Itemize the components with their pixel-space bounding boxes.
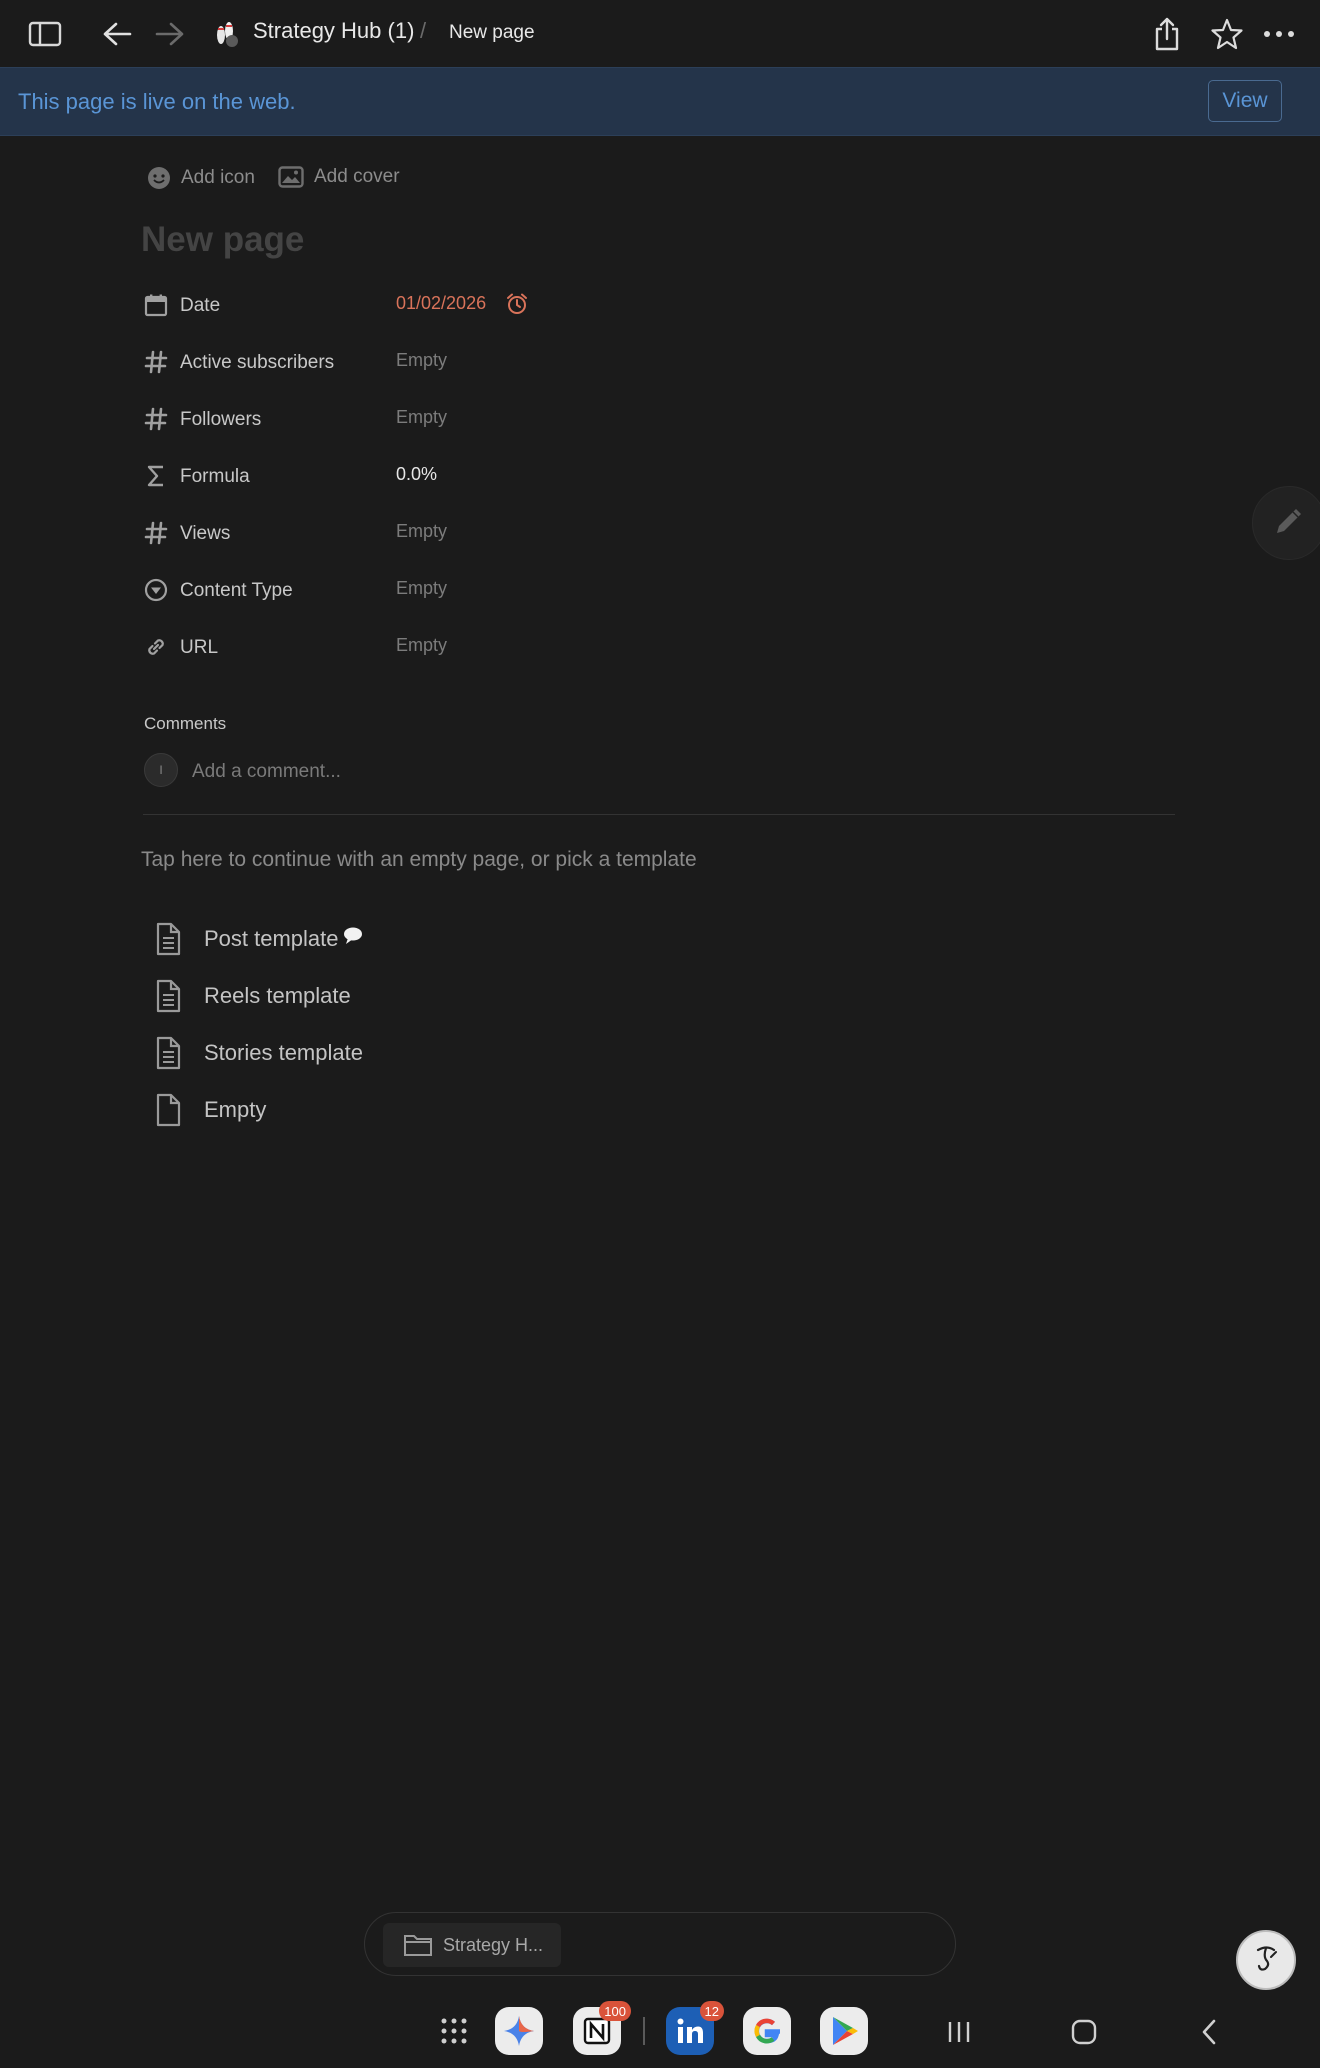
avatar: I: [144, 753, 178, 787]
home-nav-icon[interactable]: [1062, 2012, 1106, 2052]
template-label: Reels template: [204, 983, 351, 1008]
speech-bubble-icon: [343, 926, 363, 952]
forward-arrow-icon[interactable]: [150, 14, 190, 54]
edit-pencil-button[interactable]: [1252, 486, 1320, 560]
link-icon: [143, 634, 169, 660]
calendar-icon: [143, 292, 169, 318]
add-icon-label: Add icon: [181, 167, 255, 188]
property-value[interactable]: Empty: [396, 407, 447, 428]
page-title-input[interactable]: New page: [141, 220, 304, 260]
property-label: Formula: [180, 466, 250, 487]
published-banner: This page is live on the web. View: [0, 67, 1320, 136]
property-label: Views: [180, 523, 231, 544]
property-label: Followers: [180, 409, 262, 430]
property-followers[interactable]: Followers Empty: [143, 400, 1183, 440]
notification-badge: 12: [699, 2001, 724, 2021]
template-item[interactable]: Empty: [152, 1089, 752, 1129]
view-published-button[interactable]: View: [1208, 80, 1282, 122]
property-label: URL: [180, 637, 219, 658]
property-value: 0.0%: [396, 464, 438, 484]
hash-icon: [143, 406, 169, 432]
property-formula[interactable]: Formula 0.0%: [143, 457, 1183, 497]
property-active-subscribers[interactable]: Active subscribers Empty: [143, 343, 1183, 383]
hash-icon: [143, 349, 169, 375]
property-value[interactable]: Empty: [396, 350, 447, 371]
property-label: Date: [180, 295, 221, 316]
property-content-type[interactable]: Content Type Empty: [143, 571, 1183, 611]
template-item[interactable]: Reels template: [152, 975, 752, 1015]
property-views[interactable]: Views Empty: [143, 514, 1183, 554]
document-lines-icon: [152, 979, 184, 1018]
published-banner-text: This page is live on the web.: [18, 89, 296, 114]
gemini-app-icon[interactable]: [495, 2007, 543, 2055]
notion-app-icon[interactable]: 100: [573, 2001, 631, 2055]
template-label: Stories template: [204, 1040, 363, 1065]
more-options-icon[interactable]: [1259, 14, 1299, 54]
property-value[interactable]: Empty: [396, 635, 447, 656]
hash-icon: [143, 520, 169, 546]
add-icon-button[interactable]: Add icon: [147, 166, 255, 190]
breadcrumb-workspace[interactable]: Strategy Hub (1): [253, 18, 414, 44]
add-cover-label: Add cover: [314, 166, 400, 187]
empty-page-hint[interactable]: Tap here to continue with an empty page,…: [141, 848, 697, 872]
template-item[interactable]: Stories template: [152, 1032, 752, 1072]
image-icon: [278, 166, 304, 188]
breadcrumb-separator: /: [420, 18, 427, 43]
recent-window-chip[interactable]: Strategy H...: [383, 1923, 561, 1967]
pencil-icon: [1272, 504, 1306, 543]
breadcrumb-current-page[interactable]: New page: [449, 22, 535, 44]
play-store-app-icon[interactable]: [820, 2007, 868, 2055]
folder-icon: [403, 1933, 433, 1957]
recent-window-label: Strategy H...: [443, 1934, 544, 1955]
recent-apps-bar: Strategy H...: [364, 1912, 956, 1976]
sigma-icon: [143, 463, 169, 489]
comment-input[interactable]: Add a comment...: [192, 761, 341, 783]
sidebar-toggle-icon[interactable]: [25, 14, 65, 54]
dock-divider: [643, 2017, 645, 2045]
select-icon: [143, 577, 169, 603]
property-date[interactable]: Date 01/02/2026: [143, 286, 1183, 326]
linkedin-app-icon[interactable]: 12: [666, 2001, 724, 2055]
document-lines-icon: [152, 922, 184, 961]
property-value[interactable]: Empty: [396, 578, 447, 599]
property-label: Active subscribers: [180, 352, 335, 373]
top-bar: Strategy Hub (1) / New page: [0, 0, 1320, 67]
share-icon[interactable]: [1147, 14, 1187, 54]
google-app-icon[interactable]: [743, 2007, 791, 2055]
property-value[interactable]: Empty: [396, 521, 447, 542]
back-arrow-icon[interactable]: [97, 14, 137, 54]
document-blank-icon: [152, 1093, 184, 1132]
comments-heading: Comments: [144, 714, 227, 733]
document-lines-icon: [152, 1036, 184, 1075]
property-url[interactable]: URL Empty: [143, 628, 1183, 668]
smiley-icon: [148, 167, 170, 189]
back-nav-icon[interactable]: [1187, 2012, 1231, 2052]
property-label: Content Type: [180, 580, 293, 601]
add-cover-button[interactable]: Add cover: [278, 166, 400, 188]
template-item[interactable]: Post template: [152, 918, 752, 958]
template-label: Empty: [204, 1097, 267, 1122]
app-drawer-icon[interactable]: [430, 2007, 478, 2055]
template-label: Post template: [204, 926, 363, 952]
favorite-star-icon[interactable]: [1207, 14, 1247, 54]
assistant-button[interactable]: [1236, 1930, 1296, 1990]
notification-badge: 100: [599, 2001, 631, 2021]
alarm-clock-icon[interactable]: [505, 292, 529, 321]
divider: [143, 814, 1175, 815]
recents-nav-icon[interactable]: [937, 2012, 981, 2052]
handwriting-icon: [1249, 1941, 1283, 1980]
bowling-pins-icon[interactable]: [212, 18, 242, 48]
property-value[interactable]: 01/02/2026: [396, 293, 486, 314]
